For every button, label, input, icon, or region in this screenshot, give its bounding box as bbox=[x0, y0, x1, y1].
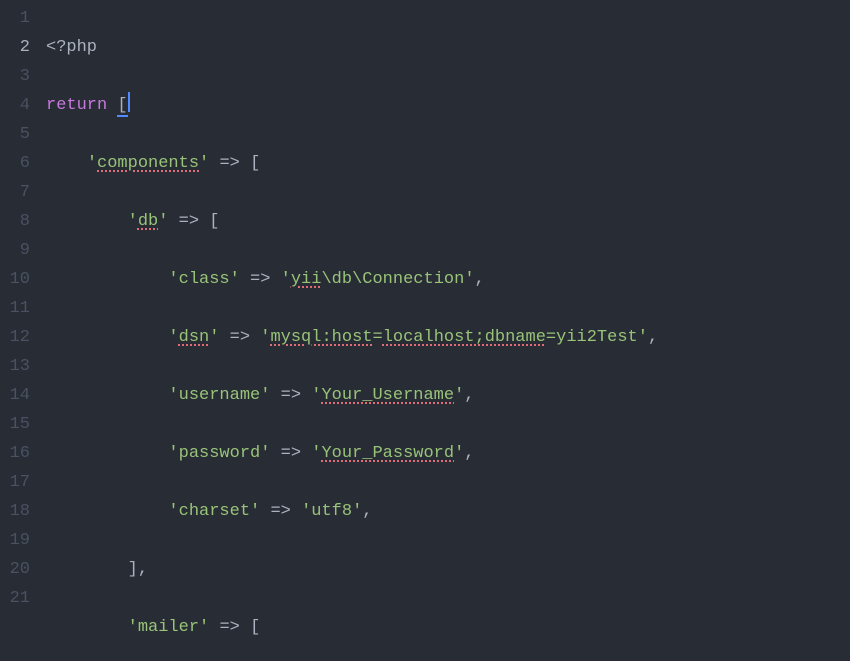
bracket-close: ], bbox=[128, 560, 148, 579]
line-number: 13 bbox=[0, 352, 38, 381]
key-dsn: dsn bbox=[179, 328, 210, 347]
line-number: 17 bbox=[0, 468, 38, 497]
code-line: 'password' => 'Your_Password', bbox=[46, 439, 850, 468]
code-line: ], bbox=[46, 555, 850, 584]
code-line: 'class' => 'yii\db\Connection', bbox=[46, 265, 850, 294]
code-line: 'charset' => 'utf8', bbox=[46, 497, 850, 526]
code-area[interactable]: <?php return [ 'components' => [ 'db' =>… bbox=[38, 0, 850, 661]
value-username: Your_Username bbox=[321, 386, 454, 405]
php-open-tag: <?php bbox=[46, 38, 97, 57]
code-line: 'username' => 'Your_Username', bbox=[46, 381, 850, 410]
value-charset: utf8 bbox=[311, 502, 352, 521]
line-number: 15 bbox=[0, 410, 38, 439]
key-db: db bbox=[138, 212, 158, 231]
code-line: 'components' => [ bbox=[46, 149, 850, 178]
code-line: return [ bbox=[46, 91, 850, 120]
key-components: components bbox=[97, 154, 199, 173]
line-number: 21 bbox=[0, 584, 38, 613]
line-number: 3 bbox=[0, 62, 38, 91]
line-gutter: 1 2 3 4 5 6 7 8 9 10 11 12 13 14 15 16 1… bbox=[0, 0, 38, 661]
code-editor[interactable]: 1 2 3 4 5 6 7 8 9 10 11 12 13 14 15 16 1… bbox=[0, 0, 850, 661]
value-db-class: yii bbox=[291, 270, 322, 289]
keyword-return: return bbox=[46, 96, 107, 115]
line-number: 9 bbox=[0, 236, 38, 265]
line-number: 14 bbox=[0, 381, 38, 410]
line-number: 5 bbox=[0, 120, 38, 149]
key-username: username bbox=[179, 386, 261, 405]
text-cursor bbox=[128, 92, 130, 112]
line-number: 16 bbox=[0, 439, 38, 468]
bracket-open: [ bbox=[117, 96, 127, 117]
code-line: 'mailer' => [ bbox=[46, 613, 850, 642]
key-mailer: mailer bbox=[138, 618, 199, 637]
line-number: 1 bbox=[0, 4, 38, 33]
value-password: Your_Password bbox=[321, 444, 454, 463]
code-line: 'db' => [ bbox=[46, 207, 850, 236]
line-number: 2 bbox=[0, 33, 38, 62]
line-number: 12 bbox=[0, 323, 38, 352]
value-dsn: mysql:host bbox=[270, 328, 372, 347]
line-number: 8 bbox=[0, 207, 38, 236]
line-number: 4 bbox=[0, 91, 38, 120]
key-class: class bbox=[179, 270, 230, 289]
code-line: 'dsn' => 'mysql:host=localhost;dbname=yi… bbox=[46, 323, 850, 352]
key-password: password bbox=[179, 444, 261, 463]
code-line: <?php bbox=[46, 33, 850, 62]
key-charset: charset bbox=[179, 502, 250, 521]
line-number: 19 bbox=[0, 526, 38, 555]
line-number: 11 bbox=[0, 294, 38, 323]
line-number: 20 bbox=[0, 555, 38, 584]
line-number: 18 bbox=[0, 497, 38, 526]
line-number: 10 bbox=[0, 265, 38, 294]
line-number: 6 bbox=[0, 149, 38, 178]
line-number: 7 bbox=[0, 178, 38, 207]
